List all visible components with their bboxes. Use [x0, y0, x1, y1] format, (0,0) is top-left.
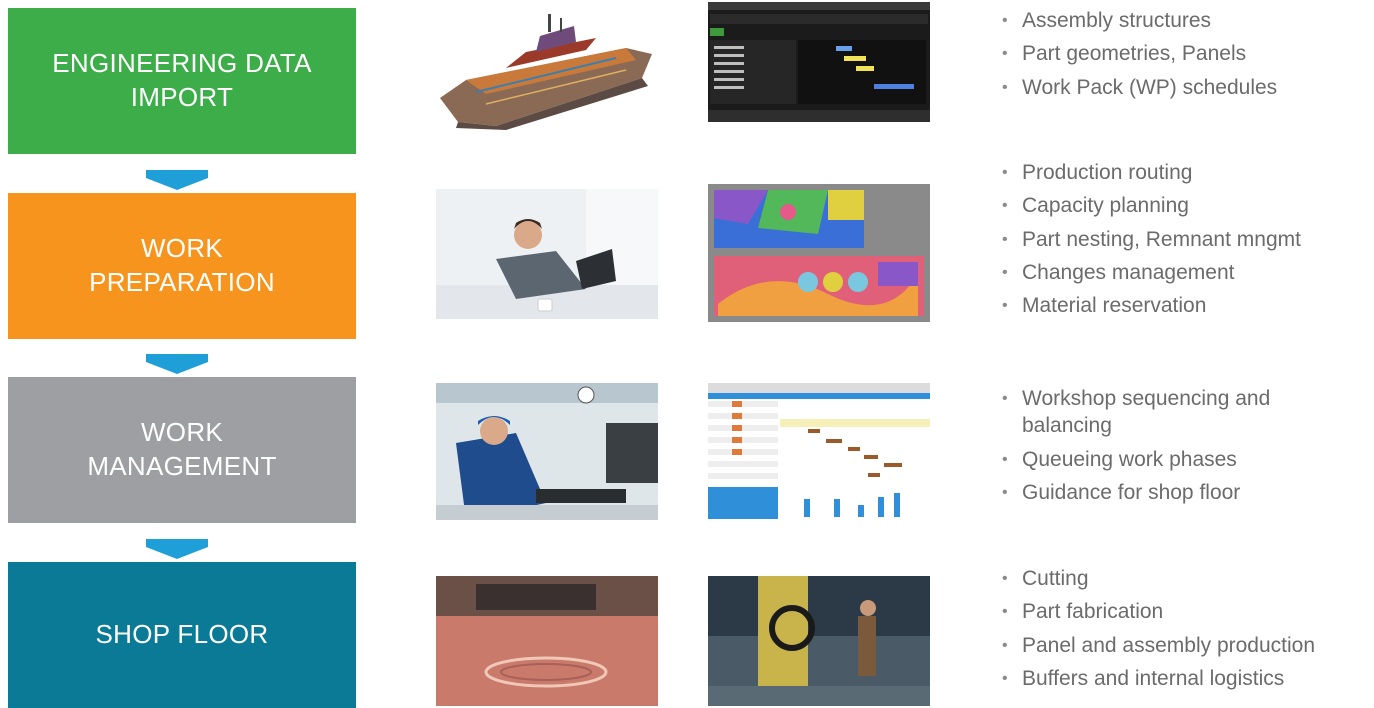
welding-machine-photo	[708, 576, 930, 706]
schedule-software-screenshot	[708, 2, 930, 122]
stage-title-line: WORK	[140, 233, 224, 264]
stage-work-management: WORK MANAGEMENT	[8, 377, 356, 523]
nesting-software-screenshot	[708, 184, 930, 322]
list-item: Panel and assembly production	[1002, 632, 1315, 659]
man-with-laptop-photo	[436, 189, 658, 319]
list-item: Cutting	[1002, 565, 1315, 592]
list-item: Material reservation	[1002, 292, 1301, 319]
ship-3d-model-image	[436, 8, 658, 130]
list-item: Part geometries, Panels	[1002, 40, 1277, 67]
list-item: Part fabrication	[1002, 598, 1315, 625]
list-item: Assembly structures	[1002, 7, 1277, 34]
list-item: Part nesting, Remnant mngmt	[1002, 226, 1301, 253]
list-item: Buffers and internal logistics	[1002, 665, 1315, 692]
plate-cutting-photo	[436, 576, 658, 706]
bullet-list-management: Workshop sequencing and balancing Queuei…	[1002, 385, 1332, 512]
down-arrow-icon	[146, 354, 208, 374]
stage-title-line: IMPORT	[130, 82, 234, 112]
list-item: Capacity planning	[1002, 192, 1301, 219]
list-item: Changes management	[1002, 259, 1301, 286]
stage-title-line: SHOP FLOOR	[95, 619, 269, 650]
gantt-software-screenshot	[708, 383, 930, 523]
stage-title-line: ENGINEERING DATA	[52, 48, 312, 79]
bullet-list-shop-floor: Cutting Part fabrication Panel and assem…	[1002, 565, 1315, 698]
bullet-list-preparation: Production routing Capacity planning Par…	[1002, 159, 1301, 325]
list-item: Queueing work phases	[1002, 446, 1332, 473]
stage-title-line: MANAGEMENT	[87, 451, 277, 481]
bullet-list-engineering: Assembly structures Part geometries, Pan…	[1002, 7, 1277, 107]
down-arrow-icon	[146, 539, 208, 559]
list-item: Work Pack (WP) schedules	[1002, 74, 1277, 101]
worker-at-computer-photo	[436, 383, 658, 520]
stage-shop-floor: SHOP FLOOR	[8, 562, 356, 708]
stage-work-preparation: WORK PREPARATION	[8, 193, 356, 339]
stage-title-line: PREPARATION	[89, 267, 275, 297]
stage-engineering-data-import: ENGINEERING DATA IMPORT	[8, 8, 356, 154]
list-item: Workshop sequencing and balancing	[1002, 385, 1332, 440]
list-item: Production routing	[1002, 159, 1301, 186]
list-item: Guidance for shop floor	[1002, 479, 1332, 506]
stage-title-line: WORK	[140, 417, 224, 448]
down-arrow-icon	[146, 170, 208, 190]
